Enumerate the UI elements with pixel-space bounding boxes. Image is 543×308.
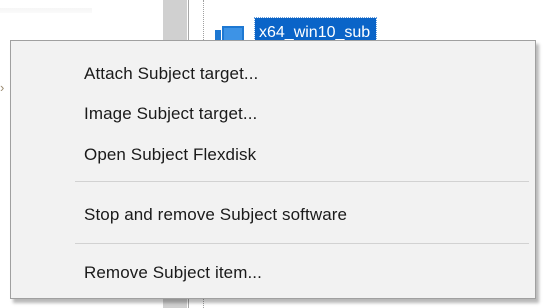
menu-item-label: Stop and remove Subject software <box>84 205 348 224</box>
menu-item-label: Remove Subject item... <box>84 263 262 282</box>
faded-header-strip <box>0 8 92 13</box>
menu-item-image-subject-target[interactable]: Image Subject target... <box>13 94 533 134</box>
tree-node-selected[interactable]: x64_win10_sub <box>253 17 378 43</box>
menu-item-label: Image Subject target... <box>84 104 258 123</box>
context-menu: Attach Subject target... Image Subject t… <box>10 40 536 299</box>
menu-item-label: Attach Subject target... <box>84 64 259 83</box>
computer-node-icon <box>215 26 244 42</box>
menu-separator <box>75 243 529 244</box>
menu-item-open-subject-flexdisk[interactable]: Open Subject Flexdisk <box>13 135 533 175</box>
menu-item-attach-subject-target[interactable]: Attach Subject target... <box>13 54 533 94</box>
menu-item-remove-subject-item[interactable]: Remove Subject item... <box>13 253 533 293</box>
menu-item-label: Open Subject Flexdisk <box>84 145 257 164</box>
menu-separator <box>75 181 529 182</box>
menu-item-stop-remove-subject-software[interactable]: Stop and remove Subject software <box>13 195 533 235</box>
collapse-arrow-icon[interactable]: › <box>0 76 6 100</box>
